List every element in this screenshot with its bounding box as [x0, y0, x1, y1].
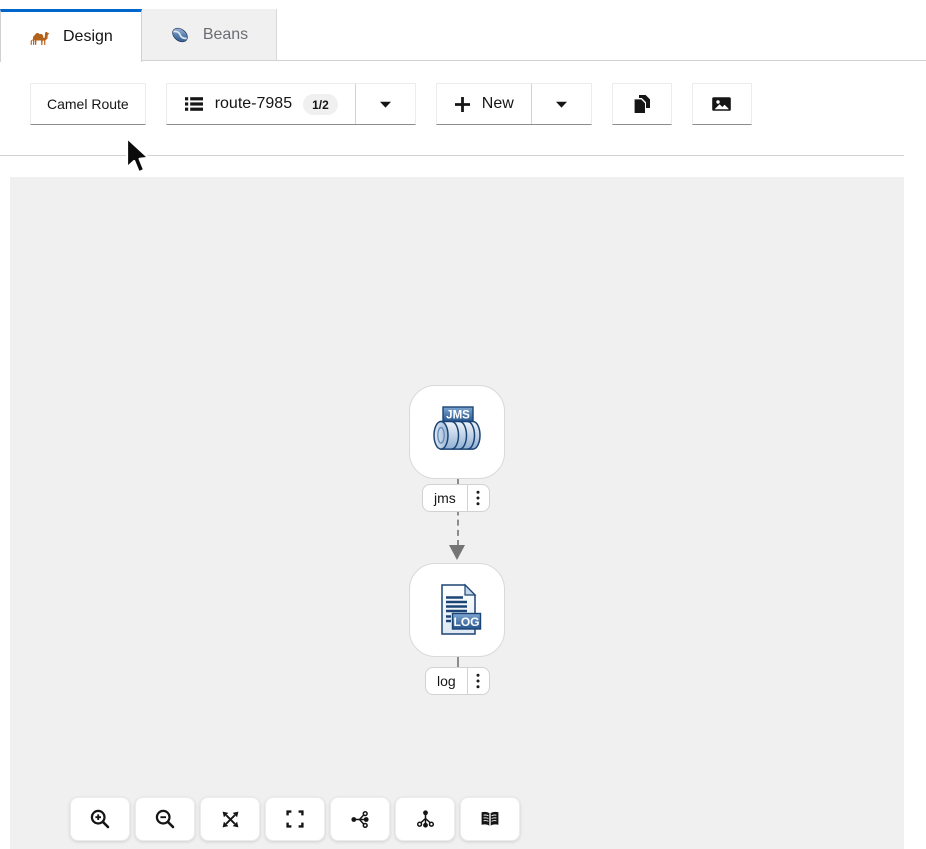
svg-text:LOG: LOG: [454, 615, 480, 629]
new-route-label: New: [482, 95, 514, 113]
tab-design[interactable]: Design: [0, 9, 142, 62]
zoom-in-icon: [89, 808, 111, 830]
route-name: route-7985: [215, 95, 292, 113]
canvas-control-bar: [70, 797, 520, 841]
tab-beans[interactable]: Beans: [142, 9, 277, 61]
image-icon: [711, 94, 732, 114]
mouse-cursor: [125, 136, 151, 180]
bean-icon: [170, 25, 190, 45]
new-route-button[interactable]: New: [437, 84, 531, 124]
camel-icon: [29, 28, 50, 46]
fit-to-screen-button[interactable]: [200, 797, 260, 841]
kaoto-route-designer: Design Beans Camel Route: [0, 0, 926, 849]
edge-arrowhead: [449, 545, 465, 560]
zoom-out-icon: [154, 808, 176, 830]
node-jms-kebab-button[interactable]: [467, 485, 489, 511]
zoom-in-button[interactable]: [70, 797, 130, 841]
open-catalog-button[interactable]: [460, 797, 520, 841]
horizontal-layout-icon: [350, 809, 371, 830]
jms-icon: JMS: [428, 404, 486, 460]
node-jms-label: jms: [423, 485, 467, 511]
expand-arrows-icon: [220, 809, 241, 830]
route-selector-caret-button[interactable]: [355, 84, 415, 124]
corner-brackets-icon: [285, 809, 305, 829]
node-jms-label-pill[interactable]: jms: [422, 484, 490, 512]
node-log[interactable]: LOG: [409, 563, 505, 657]
flow-canvas[interactable]: JMS jms LOG: [10, 177, 904, 849]
designer-toolbar: Camel Route route-7985 1/2 New: [30, 83, 752, 125]
tab-design-label: Design: [63, 28, 113, 46]
vertical-layout-button[interactable]: [395, 797, 455, 841]
plus-icon: [454, 96, 471, 113]
edge-log-label-stub: [457, 657, 459, 667]
reset-view-button[interactable]: [265, 797, 325, 841]
route-visibility-badge: 1/2: [303, 94, 338, 115]
route-selector: route-7985 1/2: [166, 83, 416, 125]
zoom-out-button[interactable]: [135, 797, 195, 841]
new-route-caret-button[interactable]: [531, 84, 591, 124]
kebab-icon: [476, 673, 480, 689]
tab-beans-label: Beans: [203, 26, 248, 44]
export-image-button[interactable]: [692, 83, 752, 125]
node-log-label-pill[interactable]: log: [425, 667, 490, 695]
chevron-down-icon: [556, 101, 567, 108]
new-route-split-button: New: [436, 83, 592, 125]
node-log-kebab-button[interactable]: [467, 668, 489, 694]
horizontal-layout-button[interactable]: [330, 797, 390, 841]
kebab-icon: [476, 490, 480, 506]
node-log-label: log: [426, 668, 467, 694]
route-selector-toggle[interactable]: route-7985 1/2: [167, 84, 355, 124]
camel-route-button[interactable]: Camel Route: [30, 83, 146, 125]
toolbar-divider: [0, 155, 904, 156]
log-icon: LOG: [429, 582, 485, 638]
chevron-down-icon: [380, 101, 391, 108]
book-icon: [479, 809, 501, 829]
copy-icon: [632, 94, 652, 114]
copy-route-button[interactable]: [612, 83, 672, 125]
list-icon: [184, 94, 204, 114]
vertical-layout-icon: [415, 809, 436, 830]
tab-bar: Design Beans: [0, 9, 926, 61]
svg-text:JMS: JMS: [446, 410, 470, 422]
node-jms[interactable]: JMS: [409, 385, 505, 479]
